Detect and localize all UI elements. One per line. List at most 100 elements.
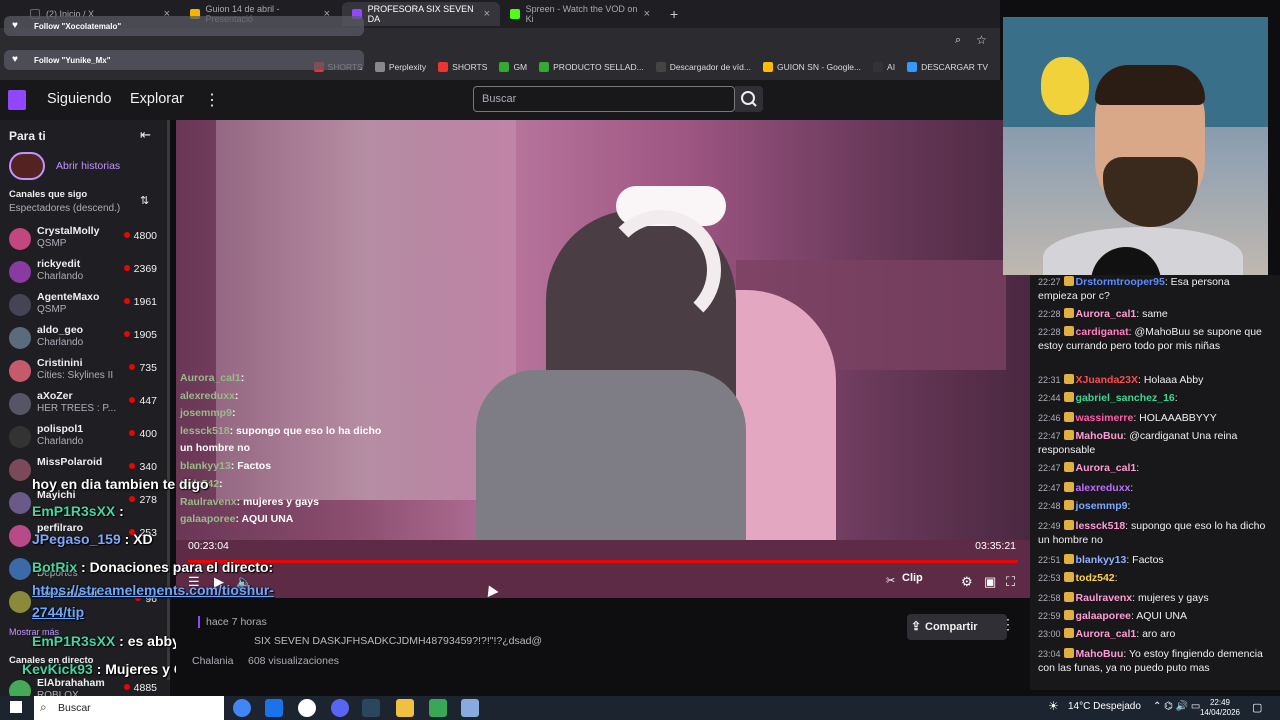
chat-message: 22:59 galaaporee: AQUI UNA <box>1038 609 1270 623</box>
steam-icon[interactable] <box>362 699 380 717</box>
outlook-icon[interactable] <box>265 699 283 717</box>
chat-text: : mujeres y gays <box>1132 592 1209 604</box>
chat-badge-icon <box>1063 482 1074 492</box>
bookmark-icon <box>374 62 385 72</box>
tray-icons[interactable]: ⌃ ⌬ 🔊 ▭ <box>1153 701 1200 712</box>
bookmark[interactable]: Descargador de víd... <box>655 62 751 72</box>
notification-icon[interactable]: ▢ <box>1252 701 1262 714</box>
theatre-mode-icon[interactable]: ▣ <box>984 574 996 590</box>
stories-avatar[interactable] <box>9 152 45 180</box>
weather-label[interactable]: 14°C Despejado <box>1068 701 1141 712</box>
overlay-chat-text: : <box>240 372 245 384</box>
channel-name[interactable]: Chalania <box>192 655 233 667</box>
chat-username[interactable]: Aurora_cal1 <box>1076 628 1137 640</box>
webcam-scene <box>1041 57 1089 115</box>
channel-name: rickyedit <box>37 258 81 270</box>
sidebar-channel[interactable]: aldo_geo Charlando 1905 <box>0 322 170 355</box>
channel-game: Charlando <box>37 337 84 348</box>
chat-username[interactable]: todz542 <box>1076 572 1115 584</box>
search-input[interactable]: Buscar <box>473 86 735 112</box>
chat-username[interactable]: Aurora_cal1 <box>1076 462 1137 474</box>
nav-following[interactable]: Siguiendo <box>47 91 112 107</box>
file-explorer-icon[interactable] <box>396 699 414 717</box>
avatar <box>9 492 31 514</box>
chat-username[interactable]: wassimerre <box>1076 412 1134 424</box>
sidebar: Para ti ⇤ Abrir historias Canales que si… <box>0 120 170 700</box>
bookmark-icon <box>438 62 449 72</box>
clip-button[interactable]: Clip <box>902 572 923 584</box>
overlay-chat-text: : mujeres y gays <box>236 496 319 508</box>
channel-name: Cristinini <box>37 357 83 369</box>
chat-username[interactable]: alexreduxx <box>1076 482 1131 494</box>
chat-username[interactable]: MahoBuu <box>1076 430 1124 442</box>
collapse-sidebar-icon[interactable]: ⇤ <box>140 127 151 143</box>
tab-twitch[interactable]: PROFESORA SIX SEVEN DA × <box>342 2 500 26</box>
app-icon[interactable] <box>461 699 479 717</box>
discord-icon[interactable] <box>331 699 349 717</box>
tab-kick[interactable]: Spreen - Watch the VOD on Ki × <box>500 2 660 26</box>
chat-username[interactable]: cardiganat <box>1076 326 1129 338</box>
bookmark[interactable]: Perplexity <box>374 62 426 72</box>
overlay-chat-text: : supongo que eso lo ha dicho <box>229 425 382 437</box>
bookmark[interactable]: SHORTS <box>438 62 487 72</box>
channel-name: aldo_geo <box>37 324 84 336</box>
overlay-chat-user: blankyy13 <box>180 460 231 472</box>
sidebar-channel[interactable]: aXoZer HER TREES : P... 447 <box>0 388 170 421</box>
chat-username[interactable]: blankyy13 <box>1076 554 1127 566</box>
chat-username[interactable]: galaaporee <box>1076 610 1131 622</box>
chat-text: : Holaaa Abby <box>1137 374 1204 386</box>
chat-username[interactable]: MahoBuu <box>1076 648 1124 660</box>
chat-username[interactable]: josemmp9 <box>1076 500 1128 512</box>
search-button[interactable] <box>735 86 763 112</box>
new-tab-button[interactable]: + <box>660 2 690 26</box>
close-icon[interactable]: × <box>484 8 490 20</box>
video-progress-bar[interactable] <box>188 560 1018 563</box>
sidebar-channel[interactable]: rickyedit Charlando 2369 <box>0 256 170 289</box>
obs-icon[interactable] <box>298 699 316 717</box>
stream-overlay-user: EmP1R3sXX <box>32 503 116 519</box>
open-stories-link[interactable]: Abrir historias <box>56 160 120 172</box>
chat-username[interactable]: Aurora_cal1 <box>1076 308 1137 320</box>
sidebar-channel[interactable]: Cristinini Cities: Skylines II 735 <box>0 355 170 388</box>
chat-username[interactable]: gabriel_sanchez_16 <box>1076 392 1175 404</box>
star-icon[interactable]: ☆ <box>976 33 987 47</box>
channel-game: QSMP <box>37 304 67 315</box>
bookmark[interactable]: DESCARGAR TV <box>907 62 988 72</box>
close-icon[interactable]: × <box>644 8 650 20</box>
chat-timestamp: 22:48 <box>1038 501 1061 511</box>
bookmark[interactable]: GM <box>499 62 527 72</box>
sidebar-channel[interactable]: AgenteMaxo QSMP 1961 <box>0 289 170 322</box>
chat-username[interactable]: lessck518 <box>1076 520 1126 532</box>
more-options-icon[interactable]: ⋮ <box>1001 616 1015 633</box>
bookmark[interactable]: GUION SN - Google... <box>762 62 861 72</box>
bookmark[interactable]: PRODUCTO SELLAD... <box>539 62 644 72</box>
overlay-chat-user: josemmp9 <box>180 407 232 419</box>
chat-badge-icon <box>1063 462 1074 472</box>
video-scene <box>176 540 1030 598</box>
chat-badge-icon <box>1063 610 1074 620</box>
chat-username[interactable]: Drstormtrooper95 <box>1076 276 1165 288</box>
more-options-icon[interactable]: ⋮ <box>204 90 220 110</box>
chrome-icon[interactable] <box>233 699 251 717</box>
zoom-icon[interactable]: ⌕ <box>955 34 961 47</box>
video-player[interactable]: Aurora_cal1: alexreduxx: josemmp9: lessck51… <box>176 120 1030 598</box>
clock[interactable]: 22:49 14/04/2026 <box>1198 698 1242 718</box>
fullscreen-icon[interactable]: ⛶ <box>1006 574 1015 590</box>
nav-browse[interactable]: Explorar <box>130 91 184 107</box>
settings-icon[interactable]: ⚙ <box>961 574 973 590</box>
stream-overlay-text: : Donaciones para el directo: <box>77 559 274 575</box>
taskbar-search[interactable]: ⌕ Buscar <box>34 696 224 720</box>
share-button[interactable]: ⇪ Compartir <box>907 614 1007 640</box>
sort-icon[interactable]: ⇅ <box>140 194 149 207</box>
bookmark[interactable]: AI <box>873 62 895 72</box>
sidebar-channel[interactable]: polispol1 Charlando 400 <box>0 421 170 454</box>
app-icon[interactable] <box>429 699 447 717</box>
windows-start-icon[interactable] <box>10 701 22 713</box>
twitch-logo-icon[interactable] <box>8 90 26 110</box>
video-info: hace 7 horas SIX SEVEN DASKJFHSADKCJDMH4… <box>176 598 1030 690</box>
sidebar-channel[interactable]: CrystalMolly QSMP 4800 <box>0 223 170 256</box>
chat-username[interactable]: XJuanda23X <box>1076 374 1138 386</box>
chat-username[interactable]: Raulravenx <box>1076 592 1133 604</box>
viewer-count-value: 400 <box>139 428 157 440</box>
live-dot-icon <box>129 364 136 370</box>
